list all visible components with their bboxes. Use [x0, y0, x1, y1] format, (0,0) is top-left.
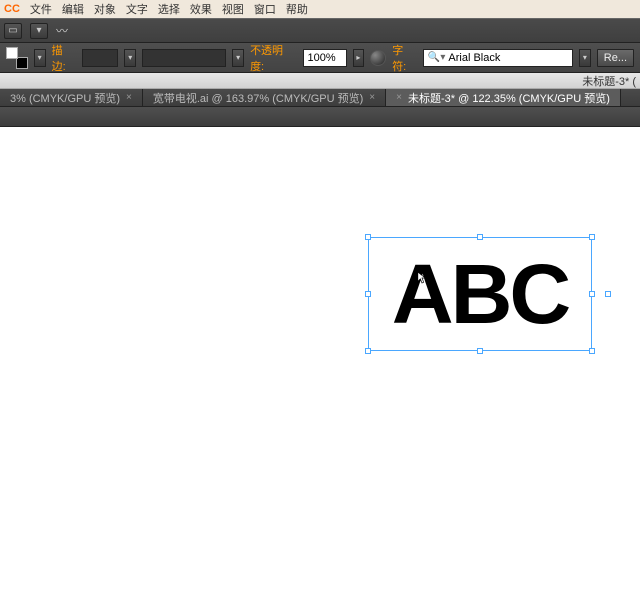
- font-label: 字符:: [392, 42, 417, 74]
- ruler-strip: [0, 107, 640, 127]
- tab-doc-2[interactable]: 宽带电视.ai @ 163.97% (CMYK/GPU 预览) ×: [143, 89, 386, 106]
- app-label: CC: [4, 3, 20, 15]
- tab-doc-3[interactable]: × 未标题-3* @ 122.35% (CMYK/GPU 预览): [386, 89, 621, 106]
- swatch-dropdown[interactable]: ▾: [34, 49, 46, 67]
- handle-top-left[interactable]: [365, 234, 371, 240]
- menu-type[interactable]: 文字: [126, 1, 148, 17]
- handle-bottom-right[interactable]: [589, 348, 595, 354]
- tab-label-1: 3% (CMYK/GPU 预览): [10, 90, 120, 106]
- control-bar: ▭ ▾ 〰: [0, 18, 640, 43]
- font-family-field[interactable]: 🔍▾ Arial Black: [423, 49, 573, 67]
- menu-select[interactable]: 选择: [158, 1, 180, 17]
- menu-view[interactable]: 视图: [222, 1, 244, 17]
- swatch-front: [6, 47, 18, 59]
- menu-object[interactable]: 对象: [94, 1, 116, 17]
- brush-icon: 〰: [56, 22, 68, 39]
- close-icon[interactable]: ×: [396, 92, 402, 103]
- selection-bounding-box[interactable]: ABC: [368, 237, 592, 351]
- tab-doc-1[interactable]: 3% (CMYK/GPU 预览) ×: [0, 89, 143, 106]
- reset-button[interactable]: Re...: [597, 49, 634, 67]
- menu-effect[interactable]: 效果: [190, 1, 212, 17]
- stroke-weight-field[interactable]: [82, 49, 118, 67]
- opacity-field[interactable]: 100%: [303, 49, 347, 67]
- stroke-style-field[interactable]: [142, 49, 226, 67]
- tabs-bar: 3% (CMYK/GPU 预览) × 宽带电视.ai @ 163.97% (CM…: [0, 89, 640, 107]
- close-icon[interactable]: ×: [126, 92, 132, 103]
- options-bar: ▾ 描边: ▾ ▾ 不透明度: 100% ▸ 字符: 🔍▾ Arial Blac…: [0, 43, 640, 73]
- font-family-value: Arial Black: [448, 52, 500, 64]
- tab-label-3: 未标题-3* @ 122.35% (CMYK/GPU 预览): [408, 90, 610, 106]
- handle-middle-left[interactable]: [365, 291, 371, 297]
- stroke-weight-stepper[interactable]: ▾: [124, 49, 136, 67]
- search-icon: 🔍▾: [428, 52, 445, 63]
- doc-layout-button[interactable]: ▭: [4, 23, 22, 39]
- stroke-style-dropdown[interactable]: ▾: [232, 49, 244, 67]
- opacity-dropdown[interactable]: ▸: [353, 49, 365, 67]
- menu-window[interactable]: 窗口: [254, 1, 276, 17]
- handle-top-middle[interactable]: [477, 234, 483, 240]
- menu-bar: CC 文件 编辑 对象 文字 选择 效果 视图 窗口 帮助: [0, 0, 640, 18]
- tab-label-2: 宽带电视.ai @ 163.97% (CMYK/GPU 预览): [153, 90, 363, 106]
- font-family-dropdown[interactable]: ▾: [579, 49, 591, 67]
- doc-layout-dropdown[interactable]: ▾: [30, 23, 48, 39]
- menu-help[interactable]: 帮助: [286, 1, 308, 17]
- stroke-label: 描边:: [52, 42, 77, 74]
- handle-bottom-middle[interactable]: [477, 348, 483, 354]
- preset-icon[interactable]: [370, 50, 386, 66]
- opacity-label: 不透明度:: [250, 42, 296, 74]
- menu-edit[interactable]: 编辑: [62, 1, 84, 17]
- canvas[interactable]: ABC: [0, 127, 640, 616]
- fill-stroke-swatch[interactable]: [6, 47, 28, 69]
- menu-file[interactable]: 文件: [30, 1, 52, 17]
- handle-top-right[interactable]: [589, 234, 595, 240]
- document-title: 未标题-3* (: [582, 73, 636, 89]
- artwork-text[interactable]: ABC: [367, 238, 593, 350]
- handle-text-port[interactable]: [605, 291, 611, 297]
- handle-bottom-left[interactable]: [365, 348, 371, 354]
- close-icon[interactable]: ×: [369, 92, 375, 103]
- handle-middle-right[interactable]: [589, 291, 595, 297]
- document-title-bar: 未标题-3* (: [0, 73, 640, 89]
